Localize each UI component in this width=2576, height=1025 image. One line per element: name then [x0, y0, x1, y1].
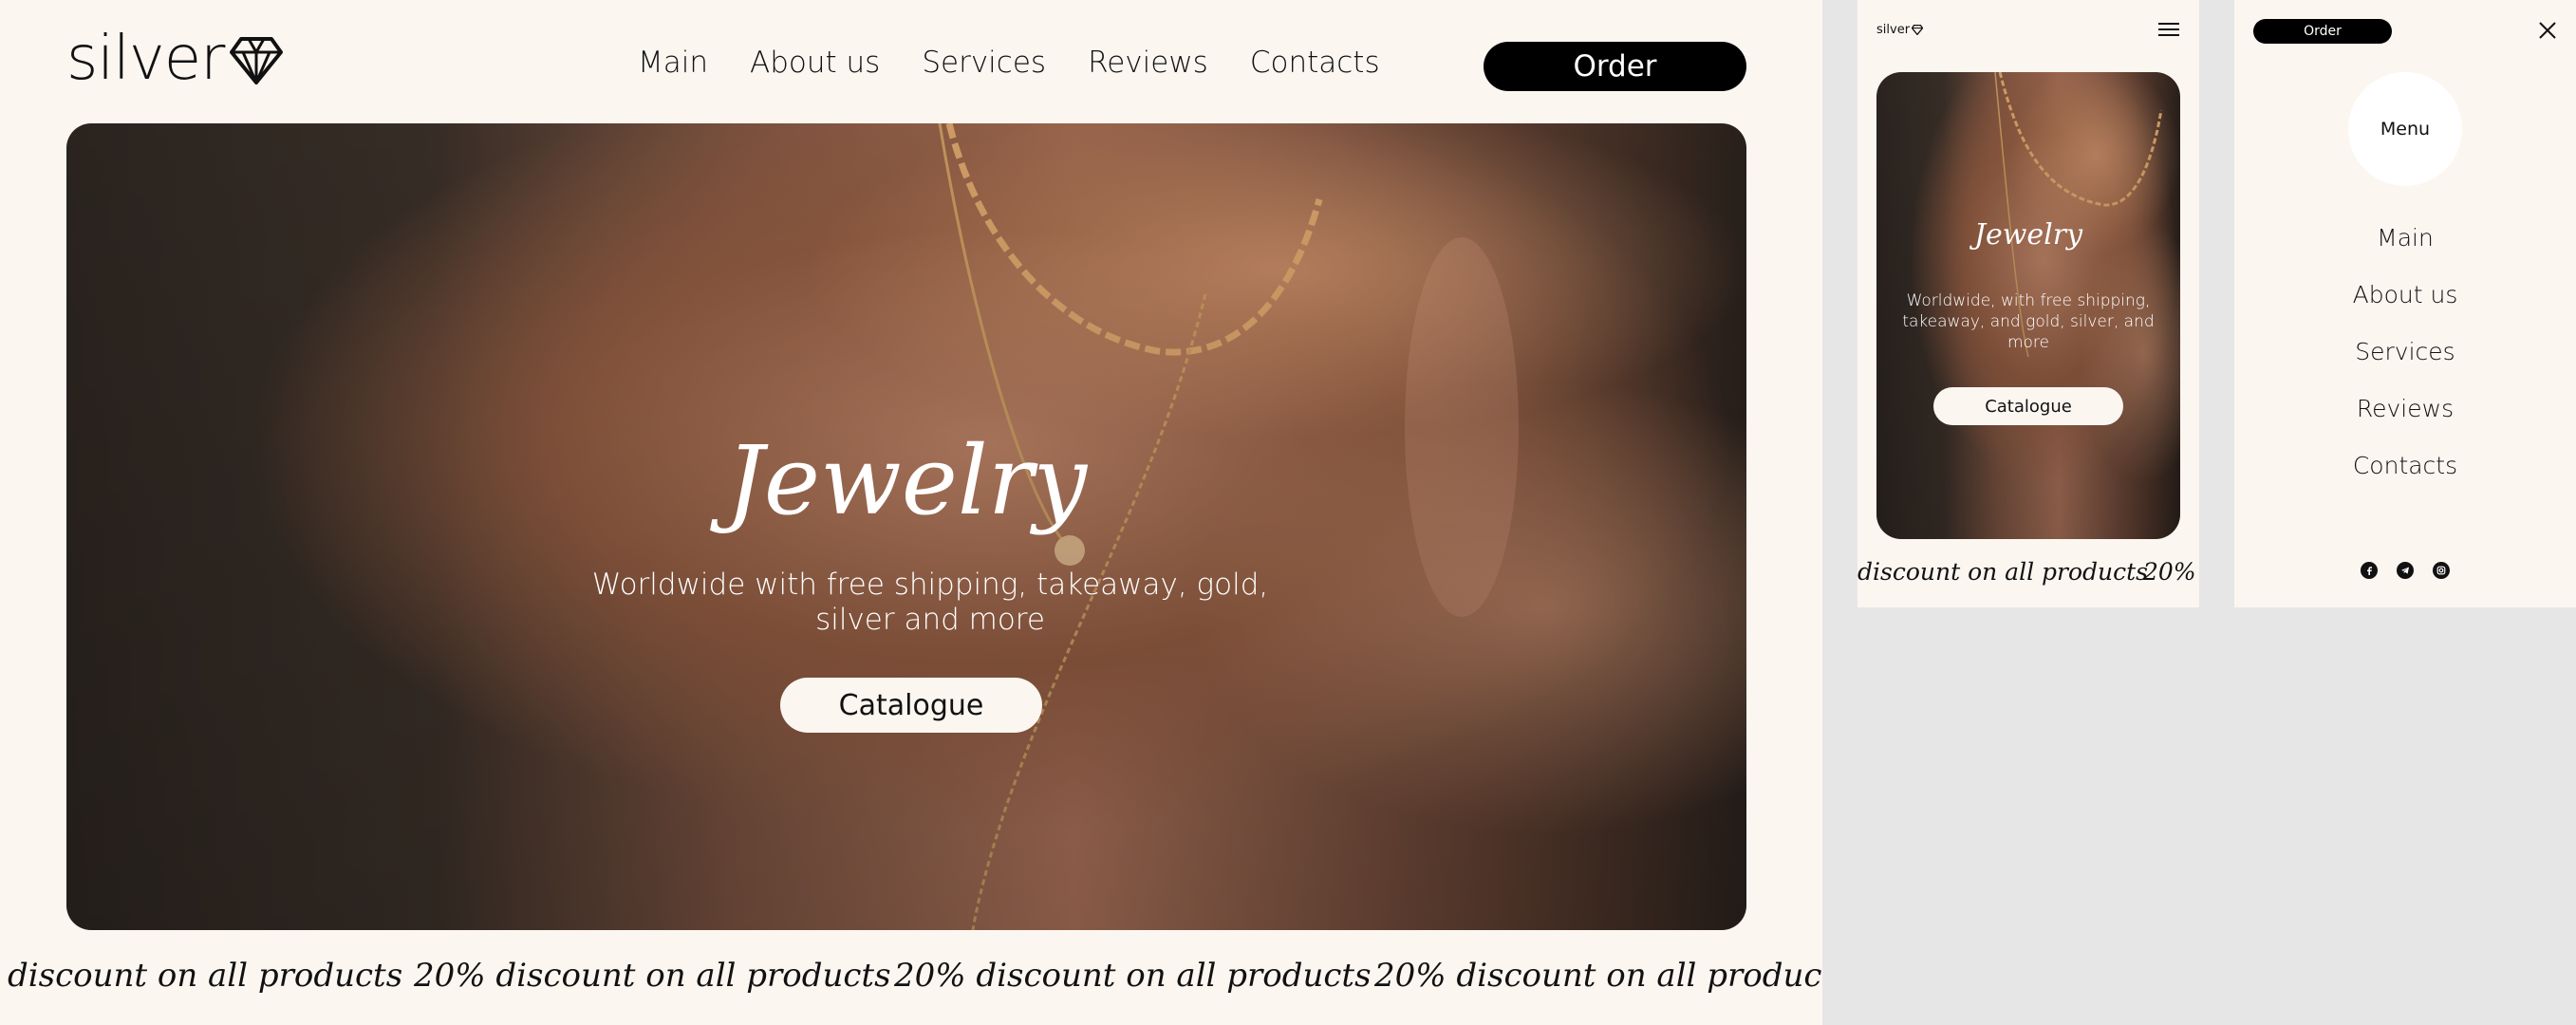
mobile-catalogue-button[interactable]: Catalogue [1933, 387, 2123, 425]
menu-item-reviews[interactable]: Reviews [2234, 391, 2576, 448]
marquee-item: 20% discount on all products [1374, 957, 1822, 995]
hamburger-menu-icon[interactable] [2158, 23, 2179, 38]
marquee-item: 20% [2143, 558, 2196, 586]
mobile-logo[interactable]: silver [1876, 23, 1924, 37]
hero-title: Jewelry [725, 425, 1088, 536]
telegram-icon[interactable] [2397, 562, 2414, 579]
desktop-frame: silver Main About us Services Reviews Co… [0, 0, 1822, 1025]
mobile-hero-subtitle: Worldwide, with free shipping, takeaway,… [1902, 291, 2155, 352]
hero-banner: Jewelry Worldwide with free shipping, ta… [66, 123, 1746, 930]
menu-title: Menu [2380, 119, 2431, 140]
nav-item-about[interactable]: About us [750, 46, 880, 80]
mobile-menu-frame: Order Menu Main About us Services Review… [2234, 0, 2576, 607]
main-nav: Main About us Services Reviews Contacts [638, 46, 1380, 80]
menu-list: Main About us Services Reviews Contacts [2234, 220, 2576, 505]
marquee-item: discount on all products [1857, 558, 2149, 586]
catalogue-button[interactable]: Catalogue [780, 678, 1042, 733]
nav-item-main[interactable]: Main [638, 46, 708, 80]
logo[interactable]: silver [66, 24, 284, 94]
mobile-hero: Jewelry Worldwide, with free shipping, t… [1876, 72, 2180, 539]
logo-text: silver [66, 24, 225, 94]
mobile-logo-text: silver [1876, 23, 1911, 37]
menu-title-circle: Menu [2348, 72, 2462, 186]
menu-item-services[interactable]: Services [2234, 334, 2576, 391]
instagram-icon[interactable] [2433, 562, 2450, 579]
close-icon[interactable] [2536, 19, 2559, 42]
social-links [2234, 562, 2576, 579]
diamond-icon [230, 37, 284, 84]
facebook-icon[interactable] [2361, 562, 2378, 579]
marquee-item: 20% discount on all products [894, 957, 1372, 995]
mobile-frame: silver Jewelry Worldwide, with free ship… [1857, 0, 2199, 607]
nav-item-services[interactable]: Services [922, 46, 1046, 80]
menu-item-about[interactable]: About us [2234, 277, 2576, 334]
nav-item-reviews[interactable]: Reviews [1088, 46, 1208, 80]
hero-subtitle: Worldwide with free shipping, takeaway, … [591, 568, 1269, 637]
order-button[interactable]: Order [1484, 42, 1746, 91]
mobile-hero-title: Jewelry [1973, 218, 2083, 252]
marquee-item: 20% discount on all products [414, 957, 891, 995]
menu-item-contacts[interactable]: Contacts [2234, 448, 2576, 505]
marquee-item: discount on all products [8, 957, 403, 995]
menu-item-main[interactable]: Main [2234, 220, 2576, 277]
nav-item-contacts[interactable]: Contacts [1250, 46, 1380, 80]
diamond-icon [1912, 25, 1924, 35]
menu-order-button[interactable]: Order [2253, 19, 2392, 44]
